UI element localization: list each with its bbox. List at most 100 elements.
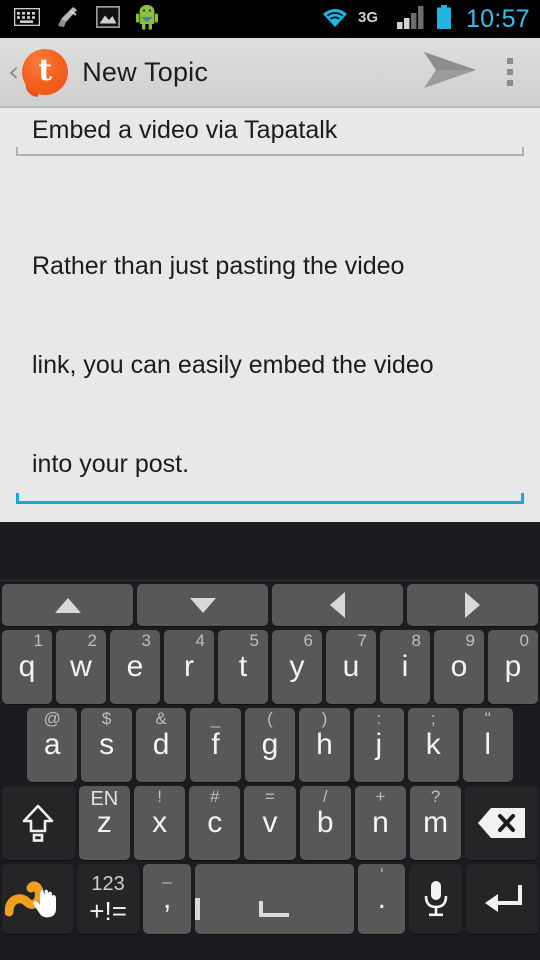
- key-label: p: [504, 650, 522, 683]
- key-w[interactable]: 2w: [56, 630, 106, 704]
- microphone-icon: [420, 879, 452, 919]
- key-alt-label: @: [43, 709, 61, 728]
- key-a[interactable]: @ a: [27, 708, 78, 782]
- phone-screen: 3G 10:57 ‹ t New Topic Embed a video via…: [0, 0, 540, 960]
- overflow-dot: [507, 69, 513, 75]
- key-label: z: [96, 806, 112, 839]
- send-icon: [422, 50, 478, 95]
- key-f[interactable]: _ f: [190, 708, 241, 782]
- topic-title-input[interactable]: Embed a video via Tapatalk: [16, 110, 524, 156]
- key-s[interactable]: $ s: [81, 708, 132, 782]
- comma-key[interactable]: _ ,: [143, 864, 191, 934]
- enter-arrow-icon: [480, 881, 524, 917]
- key-o[interactable]: 9o: [434, 630, 484, 704]
- key-h[interactable]: ) h: [299, 708, 350, 782]
- key-alt-label: ): [321, 709, 328, 728]
- key-label: w: [70, 650, 92, 683]
- microphone-key[interactable]: [409, 864, 462, 934]
- send-button[interactable]: [416, 38, 484, 106]
- keyboard-row-4: 123 +!= _ , ' .: [0, 864, 540, 934]
- symbols-key-labels: 123 +!=: [89, 874, 127, 924]
- key-alt-label: 5: [249, 631, 259, 650]
- period-key[interactable]: ' .: [358, 864, 406, 934]
- status-system-icons: 3G 10:57: [321, 4, 530, 34]
- network-type-label: 3G: [358, 8, 388, 31]
- key-u[interactable]: 7u: [326, 630, 376, 704]
- key-label: o: [450, 650, 468, 683]
- key-k[interactable]: ; k: [408, 708, 459, 782]
- key-c[interactable]: # c: [189, 786, 241, 860]
- key-b[interactable]: / b: [299, 786, 351, 860]
- cursor-right-key[interactable]: [407, 584, 538, 626]
- battery-icon: [436, 4, 452, 34]
- key-label: l: [484, 728, 492, 761]
- key-alt-label: (: [267, 709, 273, 728]
- tapatalk-logo-icon[interactable]: t: [22, 49, 69, 97]
- key-q[interactable]: 1q: [2, 630, 52, 704]
- key-alt-label: ": [484, 709, 491, 728]
- symbols-key[interactable]: 123 +!=: [76, 864, 140, 934]
- back-chevron-icon[interactable]: ‹: [6, 58, 21, 86]
- topic-body-input[interactable]: Rather than just pasting the video link,…: [16, 184, 524, 960]
- key-label: c: [207, 806, 223, 839]
- action-bar: ‹ t New Topic: [0, 38, 540, 108]
- shift-key[interactable]: [2, 786, 75, 860]
- key-label: e: [126, 650, 144, 683]
- key-l[interactable]: " l: [462, 708, 513, 782]
- cursor-left-key[interactable]: [272, 584, 403, 626]
- key-m[interactable]: ? m: [410, 786, 462, 860]
- keyboard-row-1: 1q 2w 3e 4r 5t 6y 7u 8i 9o 0p: [0, 630, 540, 704]
- key-alt-label: 7: [357, 631, 367, 650]
- body-line: link, you can easily embed the video: [32, 351, 434, 379]
- key-alt-label: +: [375, 787, 386, 806]
- overflow-dot: [507, 58, 513, 64]
- broom-icon: [56, 6, 80, 33]
- backspace-key[interactable]: [465, 786, 538, 860]
- svg-text:3G: 3G: [358, 9, 378, 26]
- key-p[interactable]: 0p: [488, 630, 538, 704]
- key-i[interactable]: 8i: [380, 630, 430, 704]
- key-j[interactable]: :j: [353, 708, 405, 782]
- key-g[interactable]: (g: [244, 708, 296, 782]
- swype-gesture-key[interactable]: [2, 864, 73, 934]
- keyboard-row-2: @ a $ s & d _ f (g ) h :j ; k " l: [0, 708, 540, 782]
- key-e[interactable]: 3e: [110, 630, 160, 704]
- cursor-down-key[interactable]: [137, 584, 268, 626]
- key-alt-label: #: [210, 787, 220, 806]
- key-alt-label: ;: [430, 709, 436, 728]
- key-n[interactable]: + n: [354, 786, 407, 860]
- key-label: u: [342, 650, 360, 683]
- soft-keyboard: 1q 2w 3e 4r 5t 6y 7u 8i 9o 0p @ a $ s & d _…: [0, 522, 540, 960]
- overflow-menu-button[interactable]: [484, 38, 536, 106]
- key-v[interactable]: = v: [244, 786, 296, 860]
- key-d[interactable]: & d: [135, 708, 187, 782]
- spacebar-edge-mark: [194, 898, 200, 920]
- key-label: r: [184, 650, 194, 683]
- symbols-key-top-label: 123: [91, 873, 125, 895]
- keyboard-icon: [13, 7, 41, 31]
- key-label: g: [261, 728, 279, 761]
- enter-key[interactable]: [465, 864, 538, 934]
- key-x[interactable]: ! x: [133, 786, 186, 860]
- key-alt-label: 4: [195, 631, 205, 650]
- key-y[interactable]: 6y: [272, 630, 322, 704]
- shift-arrow-icon: [18, 802, 58, 844]
- key-alt-label: /: [322, 787, 328, 806]
- key-label: k: [425, 728, 441, 761]
- key-label: j: [375, 728, 383, 761]
- key-label: i: [401, 650, 409, 683]
- cursor-up-key[interactable]: [2, 584, 133, 626]
- key-label: d: [152, 728, 170, 761]
- swype-hand-icon: [4, 872, 69, 927]
- key-r[interactable]: 4r: [164, 630, 214, 704]
- key-label: a: [43, 728, 61, 761]
- key-t[interactable]: 5t: [218, 630, 268, 704]
- space-key[interactable]: [194, 864, 355, 934]
- key-alt-label: $: [101, 709, 112, 728]
- backspace-icon: [477, 806, 527, 840]
- keyboard-row-3: EN z ! x # c = v / b + n ? m: [0, 786, 540, 860]
- key-label: q: [18, 650, 36, 683]
- arrow-up-icon: [54, 597, 81, 613]
- suggestion-strip[interactable]: [0, 522, 540, 581]
- key-z[interactable]: EN z: [78, 786, 130, 860]
